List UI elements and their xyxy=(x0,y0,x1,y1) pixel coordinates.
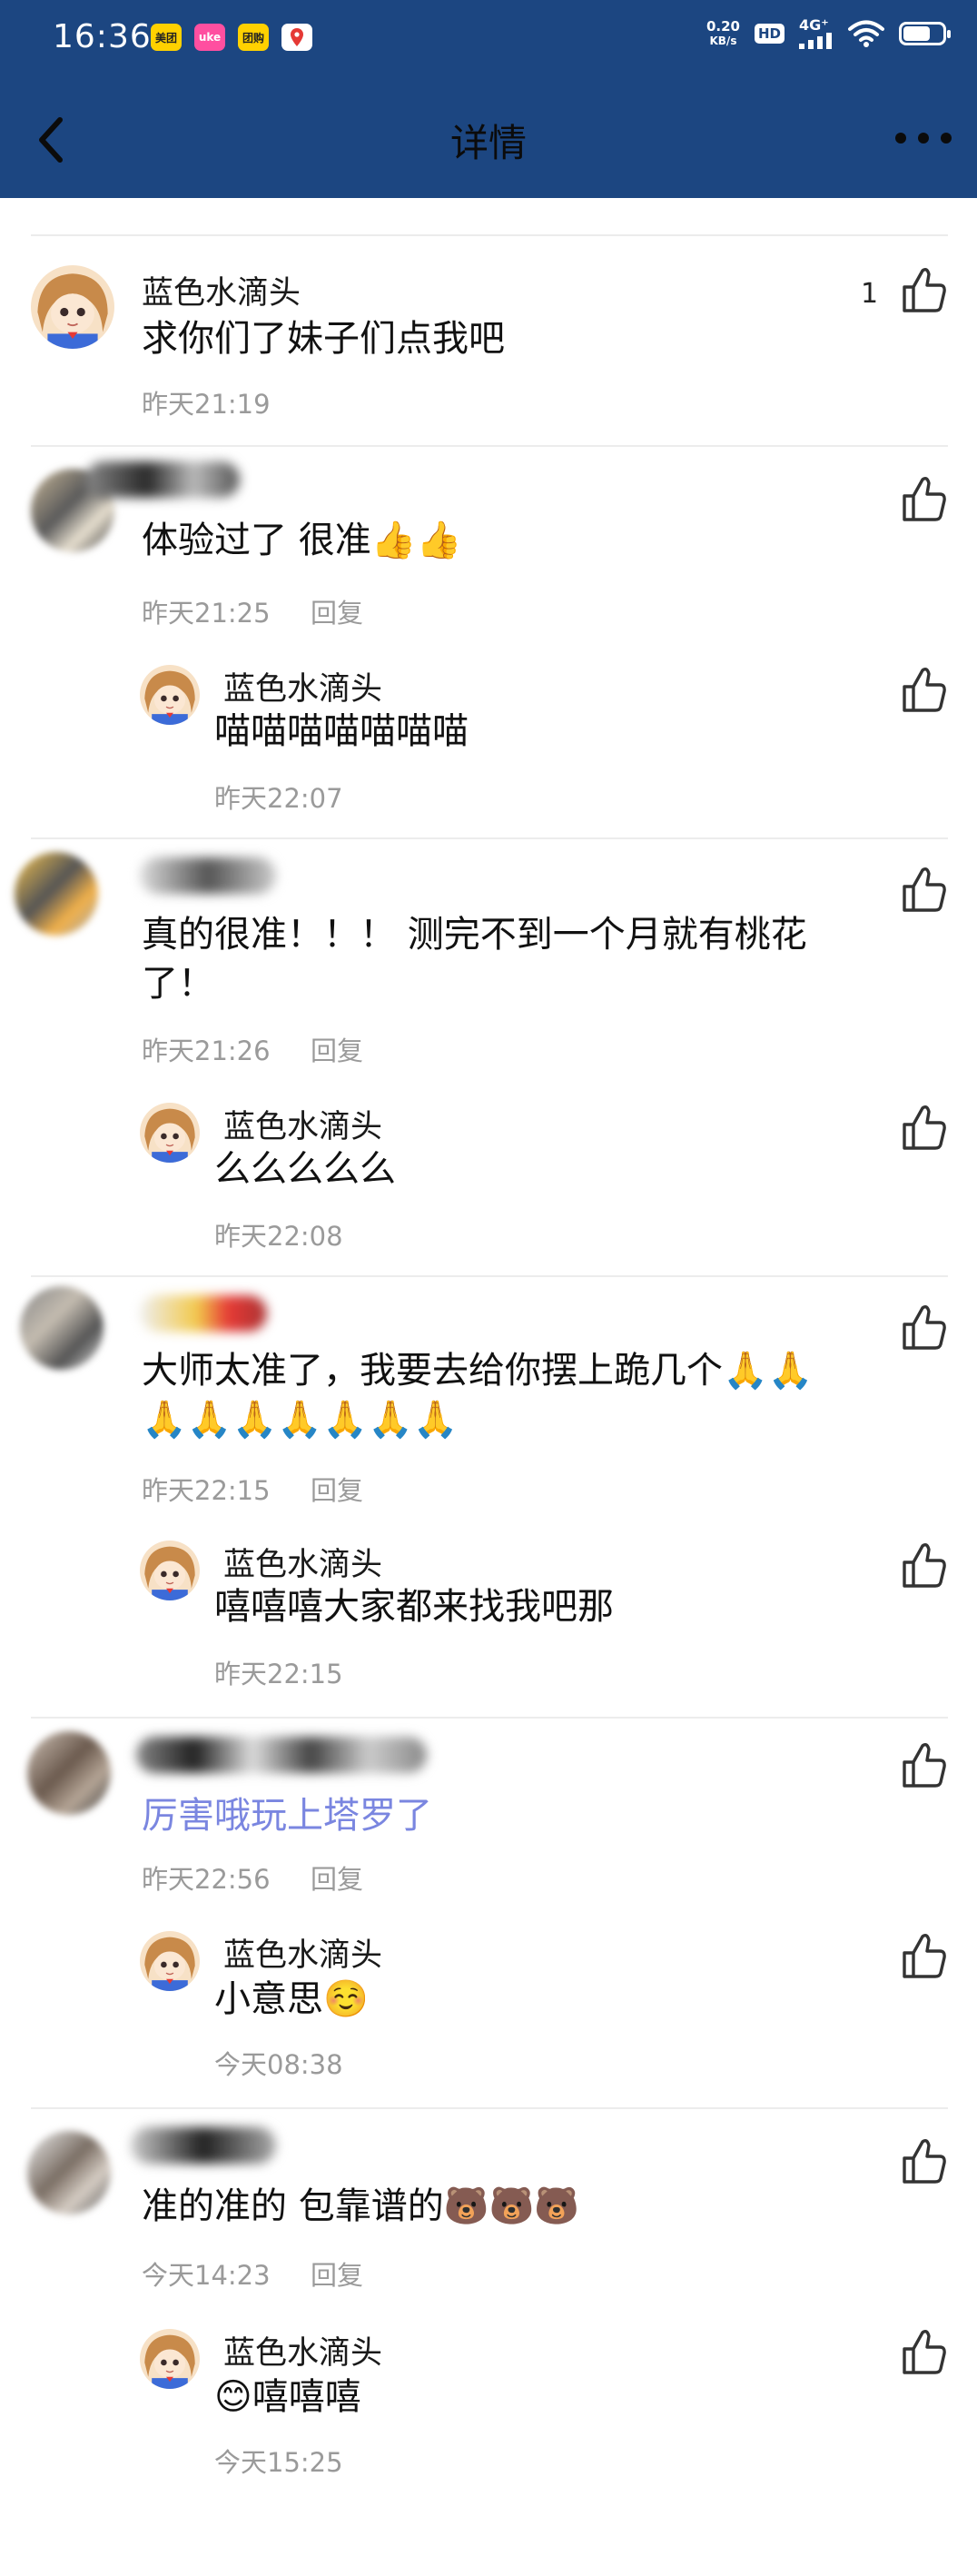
map-pin-icon xyxy=(281,24,312,51)
comment-item: 真的很准！！！ 测完不到一个月就有桃花 了！ 昨天21:26 回复 蓝色水滴头 … xyxy=(15,837,948,1275)
username-blurred xyxy=(140,1295,267,1332)
username-blurred xyxy=(136,1737,427,1773)
avatar[interactable] xyxy=(15,852,98,936)
reply-avatar[interactable] xyxy=(140,1103,200,1163)
network-speed: 0.20 KB/s xyxy=(706,18,740,47)
reply-like-button[interactable] xyxy=(897,665,948,716)
reply-time: 今天08:38 xyxy=(214,2049,343,2080)
comment-item: 体验过了 很准👍👍 昨天21:25 回复 蓝色水滴头 喵喵喵喵喵喵喵 昨天22:… xyxy=(31,445,948,837)
reply-content: 😊嘻嘻嘻 xyxy=(214,2376,361,2418)
reply-time: 昨天22:08 xyxy=(214,1221,343,1252)
reply-avatar[interactable] xyxy=(140,1931,200,1991)
reply-avatar[interactable] xyxy=(140,2329,200,2389)
app-yellow-icon: 团购 xyxy=(238,24,269,51)
comment-time: 今天14:23 xyxy=(142,2260,271,2291)
reply-time: 今天15:25 xyxy=(214,2447,343,2478)
reply-like-button[interactable] xyxy=(897,1103,948,1154)
reply-content: 么么么么么 xyxy=(214,1148,396,1190)
app-pink-icon: uke xyxy=(194,24,225,51)
username-blurred xyxy=(131,2127,276,2164)
thumbs-up-icon xyxy=(903,476,946,521)
reply-like-button[interactable] xyxy=(897,2327,948,2378)
like-button[interactable] xyxy=(897,1303,948,1353)
like-button[interactable] xyxy=(897,265,948,316)
thumbs-up-icon xyxy=(903,267,946,312)
like-button[interactable] xyxy=(897,865,948,916)
avatar[interactable] xyxy=(27,2131,111,2214)
comment-content: 大师太准了，我要去给你摆上跪几个🙏🙏 🙏🙏🙏🙏🙏🙏🙏 xyxy=(142,1350,814,1441)
comment-username[interactable]: 蓝色水滴头 xyxy=(142,267,301,313)
username-blurred xyxy=(85,461,240,498)
status-time: 16:36 xyxy=(53,18,152,55)
thumbs-up-icon xyxy=(903,1742,946,1788)
comment-time: 昨天21:26 xyxy=(142,1035,271,1066)
username-blurred xyxy=(140,857,276,894)
reply-button[interactable]: 回复 xyxy=(311,2254,363,2293)
reply-button[interactable]: 回复 xyxy=(311,1470,363,1508)
page-title: 详情 xyxy=(449,121,527,165)
reply-username[interactable]: 蓝色水滴头 xyxy=(223,663,382,709)
meituan-icon: 美团 xyxy=(151,24,182,51)
like-count: 1 xyxy=(861,278,879,310)
thumbs-up-icon xyxy=(903,1542,946,1588)
comment-time: 昨天22:15 xyxy=(142,1475,271,1506)
more-button[interactable] xyxy=(892,120,955,156)
thumbs-up-icon xyxy=(903,1304,946,1350)
reply-like-button[interactable] xyxy=(897,1931,948,1982)
comment-content[interactable]: 厉害哦玩上塔罗了 xyxy=(142,1791,432,1840)
comment-content: 真的很准！！！ 测完不到一个月就有桃花 了！ xyxy=(142,914,807,1005)
comment-item: 准的准的 包靠谱的🐻🐻🐻 今天14:23 回复 蓝色水滴头 😊嘻嘻嘻 今天15:… xyxy=(27,2107,948,2576)
battery-icon xyxy=(899,22,951,45)
thumbs-up-icon xyxy=(903,1105,946,1150)
thumbs-up-icon xyxy=(903,2329,946,2374)
like-button[interactable] xyxy=(897,474,948,525)
like-button[interactable] xyxy=(897,1740,948,1791)
reply-button[interactable]: 回复 xyxy=(311,1858,363,1897)
reply-username[interactable]: 蓝色水滴头 xyxy=(223,1539,382,1585)
more-horizontal-icon xyxy=(895,133,952,144)
like-button[interactable] xyxy=(897,2136,948,2187)
reply-content: 喵喵喵喵喵喵喵 xyxy=(214,710,469,752)
comment-time: 昨天21:19 xyxy=(142,389,271,420)
reply-content: 嘻嘻嘻大家都来找我吧那 xyxy=(214,1586,614,1628)
avatar[interactable] xyxy=(27,1731,111,1815)
reply-username[interactable]: 蓝色水滴头 xyxy=(223,2327,382,2373)
comment-content: 体验过了 很准👍👍 xyxy=(142,520,462,561)
thumbs-up-icon xyxy=(903,867,946,912)
wifi-icon xyxy=(848,20,884,47)
top-bar: 16:36 美团 uke 团购 0.20 KB/s HD 4G⁺ 详情 xyxy=(0,0,977,198)
reply-time: 昨天22:15 xyxy=(214,1659,343,1689)
hd-badge: HD xyxy=(754,24,785,44)
comment-item: 大师太准了，我要去给你摆上跪几个🙏🙏 🙏🙏🙏🙏🙏🙏🙏 昨天22:15 回复 蓝色… xyxy=(20,1275,948,1717)
reply-like-button[interactable] xyxy=(897,1541,948,1591)
comment-content: 求你们了妹子们点我吧 xyxy=(142,318,505,360)
reply-button[interactable]: 回复 xyxy=(311,1030,363,1068)
reply-avatar[interactable] xyxy=(140,665,200,725)
comment-item: 蓝色水滴头 求你们了妹子们点我吧 昨天21:19 1 xyxy=(31,234,948,443)
reply-time: 昨天22:07 xyxy=(214,783,343,814)
reply-username[interactable]: 蓝色水滴头 xyxy=(223,1929,382,1976)
cellular-signal-icon: 4G⁺ xyxy=(799,18,834,49)
thumbs-up-icon xyxy=(903,2138,946,2184)
thumbs-up-icon xyxy=(903,667,946,712)
avatar[interactable] xyxy=(20,1286,104,1370)
comment-item: 厉害哦玩上塔罗了 昨天22:56 回复 蓝色水滴头 小意思☺️ 今天08:38 xyxy=(27,1717,948,2107)
reply-content: 小意思☺️ xyxy=(214,1978,369,2020)
avatar[interactable] xyxy=(31,265,114,349)
reply-button[interactable]: 回复 xyxy=(311,592,363,630)
thumbs-up-icon xyxy=(903,1933,946,1978)
status-right-indicators: 0.20 KB/s HD 4G⁺ xyxy=(706,18,951,49)
comment-time: 昨天21:25 xyxy=(142,598,271,629)
reply-avatar[interactable] xyxy=(140,1541,200,1600)
comment-time: 昨天22:56 xyxy=(142,1864,271,1895)
reply-username[interactable]: 蓝色水滴头 xyxy=(223,1101,382,1147)
comment-content: 准的准的 包靠谱的🐻🐻🐻 xyxy=(142,2185,580,2227)
status-app-icons: 美团 uke 团购 xyxy=(151,24,312,51)
